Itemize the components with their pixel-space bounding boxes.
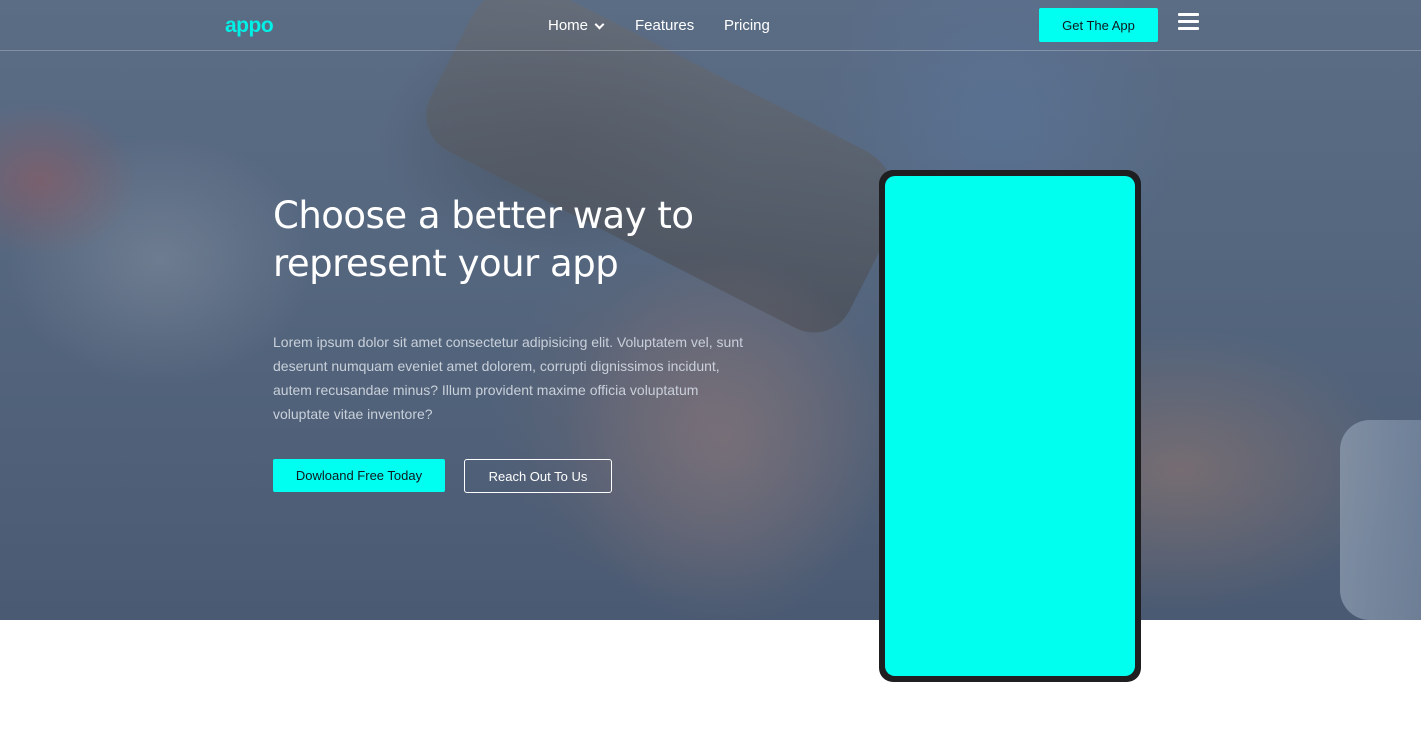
nav-item-features-label: Features xyxy=(635,17,695,34)
hero-headline: Choose a better way to represent your ap… xyxy=(273,192,793,288)
hero-lead-text: Lorem ipsum dolor sit amet consectetur a… xyxy=(273,334,744,422)
next-section-title-peek xyxy=(583,745,783,755)
nav-links: Home Features Pricing xyxy=(548,17,770,34)
reach-out-button[interactable]: Reach Out To Us xyxy=(464,459,612,493)
nav-item-pricing-label: Pricing xyxy=(724,17,770,34)
nav-item-features[interactable]: Features xyxy=(635,17,724,34)
download-free-button[interactable]: Dowloand Free Today xyxy=(273,459,445,492)
site-logo[interactable]: appo xyxy=(225,14,274,38)
hero-headline-line2: represent your app xyxy=(273,242,619,285)
top-navbar: appo Home Features Pricing Get The App xyxy=(0,0,1421,51)
phone-mockup-screen xyxy=(885,176,1135,676)
hero-headline-line1: Choose a better way to xyxy=(273,194,694,237)
hamburger-icon[interactable] xyxy=(1178,13,1199,31)
phone-mockup xyxy=(879,170,1141,682)
nav-item-home[interactable]: Home xyxy=(548,17,635,34)
background-hand-photo xyxy=(560,250,890,620)
chevron-down-icon xyxy=(594,19,605,29)
background-sleeve-photo xyxy=(1340,420,1421,620)
get-the-app-button[interactable]: Get The App xyxy=(1039,8,1158,42)
nav-item-home-label: Home xyxy=(548,17,589,34)
nav-item-pricing[interactable]: Pricing xyxy=(724,17,770,34)
hero-section: appo Home Features Pricing Get The App C… xyxy=(0,0,1421,620)
